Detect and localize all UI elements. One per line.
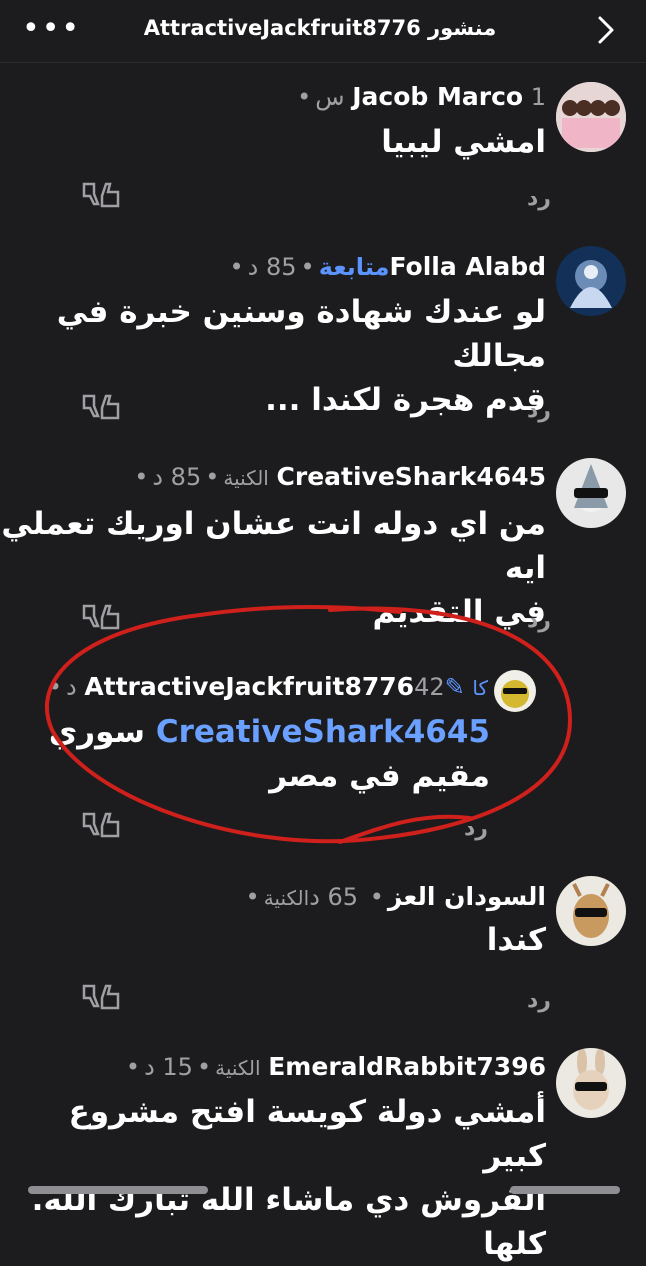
separator-dot: • — [300, 253, 315, 281]
follow-button[interactable]: متابعة — [319, 253, 390, 281]
comment-author[interactable]: AttractiveJackfruit8776 — [84, 672, 414, 701]
avatar-image — [556, 246, 626, 316]
avatar[interactable] — [556, 1048, 626, 1118]
chevron-right-icon[interactable] — [588, 12, 624, 48]
comment-actions: رد — [80, 982, 551, 1018]
role-label: كا — [472, 676, 488, 700]
comment-actions: رد — [80, 392, 551, 428]
comment-line: لو عندك شهادة وسنين خبرة في مجالك — [56, 294, 546, 374]
role-label: الكنية — [263, 886, 310, 910]
avatar[interactable] — [556, 82, 626, 152]
vote-thumbs-icon[interactable] — [80, 982, 136, 1012]
edit-icon: ✎ — [444, 673, 465, 701]
comment-time: 65 د — [309, 883, 359, 911]
comment-body: امشي ليبيا — [381, 120, 546, 164]
separator-dot: • — [229, 253, 244, 281]
comment-line: كندا — [486, 922, 546, 958]
comment-author[interactable]: CreativeShark4645 — [277, 462, 546, 491]
separator-dot: • — [134, 463, 149, 491]
vote-thumbs-icon[interactable] — [80, 392, 136, 422]
separator-dot: • — [205, 463, 220, 491]
comment-actions: رد — [80, 180, 551, 216]
avatar-image — [494, 670, 536, 712]
avatar-image — [556, 458, 626, 528]
comment-meta: السودان العز• 65 دالكنية• — [242, 882, 546, 913]
avatar[interactable] — [556, 246, 626, 316]
role-label: الكنية — [215, 1056, 261, 1080]
comment-meta: Jacob Marco 1 س• — [293, 82, 546, 112]
comment-line-text: سوري — [48, 714, 146, 750]
avatar-image — [556, 876, 626, 946]
avatar-image — [556, 1048, 626, 1118]
comment-body: كندا — [487, 918, 546, 962]
reply-button[interactable]: رد — [527, 186, 551, 211]
more-horizontal-icon[interactable]: ••• — [22, 14, 81, 44]
reply-button[interactable]: رد — [527, 608, 551, 633]
comment-reply: كا ✎AttractiveJackfruit877642 د• Creativ… — [0, 666, 646, 846]
comment-author[interactable]: Folla Alabd — [389, 252, 546, 281]
separator-dot: • — [47, 673, 62, 701]
bottom-bar-left — [28, 1186, 208, 1194]
comment-body: أمشي دولة كويسة افتح مشروع كبير القروش د… — [0, 1090, 546, 1266]
comment-actions: رد — [80, 602, 551, 638]
comment-meta: CreativeShark4645 الكنية•85 د• — [130, 462, 546, 493]
avatar-image — [556, 82, 626, 152]
separator-dot: • — [245, 883, 260, 911]
separator-dot: • — [196, 1053, 212, 1081]
separator-dot: • — [369, 883, 384, 911]
comment-line: أمشي دولة كويسة افتح مشروع كبير — [68, 1094, 546, 1174]
comment-line: من اي دوله انت عشان اوريك تعملي ايه — [1, 506, 546, 586]
reply-button[interactable]: رد — [527, 398, 551, 423]
avatar[interactable] — [494, 670, 536, 712]
comment-author[interactable]: Jacob Marco — [352, 82, 523, 111]
comment-time: 85 د — [152, 463, 202, 491]
mention-link[interactable]: CreativeShark4645 — [156, 714, 490, 750]
reply-button[interactable]: رد — [527, 988, 551, 1013]
comment-time: 15 د — [144, 1053, 193, 1081]
avatar[interactable] — [556, 876, 626, 946]
comment-time: 85 د — [247, 253, 297, 281]
comment-body: CreativeShark4645 سوري مقيم في مصر — [49, 710, 490, 798]
vote-thumbs-icon[interactable] — [80, 180, 136, 210]
comment-line: امشي ليبيا — [381, 124, 546, 160]
comment: السودان العز• 65 دالكنية• كندا رد — [0, 872, 646, 1022]
vote-thumbs-icon[interactable] — [80, 810, 136, 840]
comment-line: CreativeShark4645 سوري — [49, 710, 490, 754]
comment: EmeraldRabbit7396 الكنية•15 د• أمشي دولة… — [0, 1044, 646, 1262]
separator-dot: • — [297, 83, 312, 111]
comment-meta: EmeraldRabbit7396 الكنية•15 د• — [122, 1052, 546, 1083]
role-label: الكنية — [223, 466, 269, 490]
comment-author[interactable]: EmeraldRabbit7396 — [268, 1052, 546, 1081]
bottom-bar-right — [510, 1186, 620, 1194]
comment-meta: Folla Alabdمتابعة•85 د• — [226, 252, 547, 282]
comment: CreativeShark4645 الكنية•85 د• من اي دول… — [0, 452, 646, 642]
comment-actions: رد — [80, 810, 498, 846]
comment: Folla Alabdمتابعة•85 د• لو عندك شهادة وس… — [0, 240, 646, 430]
comment-line: مقيم في مصر — [269, 758, 490, 794]
comment: Jacob Marco 1 س• امشي ليبيا رد — [0, 76, 646, 216]
separator-dot: • — [125, 1053, 141, 1081]
page-title: منشور AttractiveJackfruit8776 — [143, 16, 497, 40]
avatar[interactable] — [556, 458, 626, 528]
top-bar: ••• منشور AttractiveJackfruit8776 — [0, 0, 646, 63]
reply-button[interactable]: رد — [464, 816, 488, 841]
vote-thumbs-icon[interactable] — [80, 602, 136, 632]
comment-author[interactable]: السودان العز — [388, 882, 546, 911]
comment-meta: كا ✎AttractiveJackfruit877642 د• — [44, 672, 488, 703]
